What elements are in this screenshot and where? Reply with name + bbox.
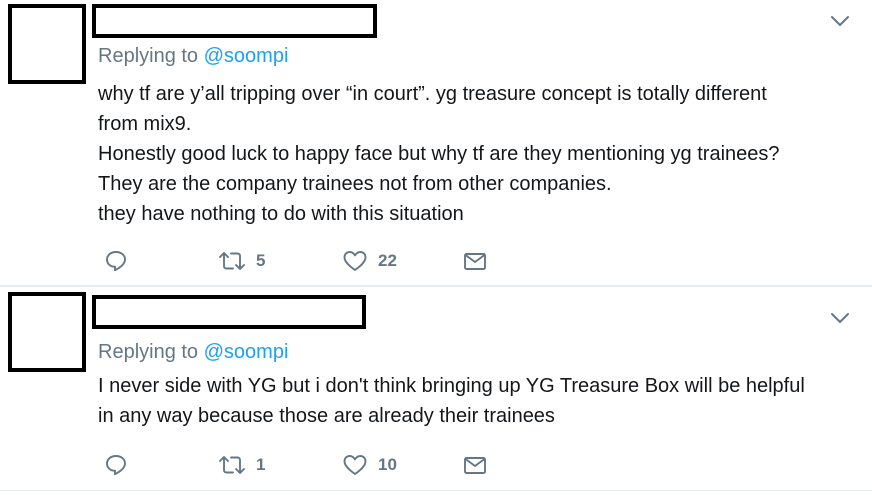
mention-link[interactable]: @soompi [204,341,289,363]
replying-to: Replying to @soompi [98,341,288,364]
tweet-line: Honestly good luck to happy face but why… [98,143,780,165]
like-count: 22 [378,251,397,270]
chevron-down-icon[interactable] [830,311,850,325]
tweet[interactable]: Replying to @soompi why tf are y’all tri… [0,0,872,286]
reply-icon [104,249,128,273]
reply-button[interactable] [104,450,128,480]
tweet-line: from mix9. [98,113,192,135]
replying-to-label: Replying to [98,45,204,67]
replying-to: Replying to @soompi [98,45,288,68]
retweet-count: 1 [256,455,266,474]
tweet[interactable]: Replying to @soompi I never side with YG… [0,286,872,491]
chevron-down-icon[interactable] [830,14,850,28]
tweet-line: I never side with YG but i don't think b… [98,375,805,397]
retweet-button[interactable]: 1 [218,450,265,480]
heart-icon [342,453,368,477]
avatar-redacted[interactable] [8,292,86,372]
tweet-actions: 5 22 [100,246,520,276]
retweet-icon [218,249,246,273]
tweet-line: in any way because those are already the… [98,405,555,427]
avatar-redacted[interactable] [8,4,86,84]
tweet-text: why tf are y’all tripping over “in court… [98,79,838,229]
replying-to-label: Replying to [98,341,204,363]
envelope-icon [462,249,488,273]
tweet-text: I never side with YG but i don't think b… [98,371,838,431]
mention-link[interactable]: @soompi [204,45,289,67]
tweet-line: They are the company trainees not from o… [98,173,612,195]
like-count: 10 [378,455,397,474]
tweet-actions: 1 10 [100,450,520,480]
retweet-count: 5 [256,251,266,270]
retweet-button[interactable]: 5 [218,246,265,276]
retweet-icon [218,453,246,477]
like-button[interactable]: 10 [342,450,397,480]
username-redacted[interactable] [92,4,377,38]
username-redacted[interactable] [92,295,366,329]
reply-icon [104,453,128,477]
tweet-line: they have nothing to do with this situat… [98,203,464,225]
direct-message-button[interactable] [462,246,488,276]
tweet-line: why tf are y’all tripping over “in court… [98,83,767,105]
reply-button[interactable] [104,246,128,276]
heart-icon [342,249,368,273]
direct-message-button[interactable] [462,450,488,480]
envelope-icon [462,453,488,477]
like-button[interactable]: 22 [342,246,397,276]
